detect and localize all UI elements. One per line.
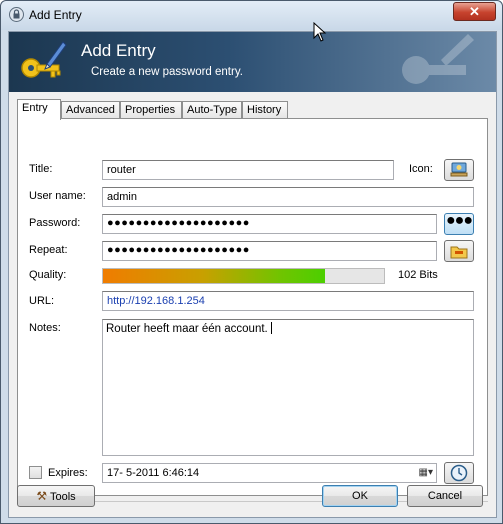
url-label: URL: <box>29 295 55 307</box>
password-field[interactable]: ●●●●●●●●●●●●●●●●●●●● <box>102 214 437 234</box>
lock-icon <box>9 7 24 22</box>
title-label: Title: <box>29 163 53 175</box>
notes-label: Notes: <box>29 322 61 334</box>
quality-bits-text: 102 Bits <box>398 269 438 281</box>
calendar-dropdown-icon[interactable]: ▦▾ <box>419 467 433 478</box>
tools-button-label: Tools <box>49 491 76 503</box>
quality-progress-fill <box>103 269 325 283</box>
title-field[interactable]: router <box>102 160 394 180</box>
expires-checkbox[interactable] <box>29 466 42 479</box>
username-label: User name: <box>29 190 86 202</box>
title-bar[interactable]: Add Entry ✕ <box>1 1 502 30</box>
tab-history[interactable]: History <box>242 101 288 119</box>
cancel-button[interactable]: Cancel <box>407 485 483 507</box>
close-button[interactable]: ✕ <box>453 2 496 21</box>
icon-label: Icon: <box>409 163 433 175</box>
icon-picker-button[interactable] <box>444 159 474 181</box>
header-banner: Add Entry Create a new password entry. <box>9 32 496 92</box>
ok-button[interactable]: OK <box>322 485 398 507</box>
key-generator-icon <box>450 246 468 259</box>
tools-icon: ⚒ <box>36 489 48 503</box>
add-entry-window: Add Entry ✕ Add Entry Create a new passw… <box>0 0 503 524</box>
banner-title: Add Entry <box>81 41 156 60</box>
key-pen-icon <box>21 41 67 78</box>
tab-entry[interactable]: Entry <box>17 99 61 120</box>
repeat-label: Repeat: <box>29 244 68 256</box>
notes-textarea[interactable]: Router heeft maar één account. <box>102 319 474 456</box>
dots-icon: ●●● <box>446 212 473 229</box>
tools-button[interactable]: ⚒ Tools <box>17 485 95 507</box>
dialog-client-area: Add Entry Create a new password entry. E… <box>8 31 497 518</box>
tab-auto-type[interactable]: Auto-Type <box>182 101 242 119</box>
banner-subtitle: Create a new password entry. <box>91 66 243 78</box>
show-password-button[interactable]: ●●● <box>444 213 474 235</box>
expiry-date-value: 17- 5-2011 6:46:14 <box>107 467 200 479</box>
tab-advanced[interactable]: Advanced <box>61 101 120 119</box>
expiry-date-picker[interactable]: 17- 5-2011 6:46:14 ▦▾ <box>102 463 437 483</box>
notes-text: Router heeft maar één account. <box>106 323 268 335</box>
password-label: Password: <box>29 217 81 229</box>
repeat-password-field[interactable]: ●●●●●●●●●●●●●●●●●●●● <box>102 241 437 261</box>
clock-icon <box>450 464 468 482</box>
key-watermark-icon <box>402 34 474 84</box>
quality-progress-bar <box>102 268 385 284</box>
password-generator-button[interactable] <box>444 240 474 262</box>
text-caret <box>270 322 272 334</box>
expiry-presets-button[interactable] <box>444 462 474 484</box>
username-field[interactable]: admin <box>102 187 474 207</box>
window-title: Add Entry <box>29 8 82 22</box>
network-icon <box>450 162 468 177</box>
quality-label: Quality: <box>29 269 67 281</box>
mouse-cursor-icon <box>313 22 327 42</box>
expires-label: Expires: <box>48 467 88 479</box>
url-field[interactable]: http://192.168.1.254 <box>102 291 474 311</box>
entry-tab-panel: Title: router Icon: User name: admin Pas… <box>17 118 488 496</box>
tab-properties[interactable]: Properties <box>120 101 182 119</box>
